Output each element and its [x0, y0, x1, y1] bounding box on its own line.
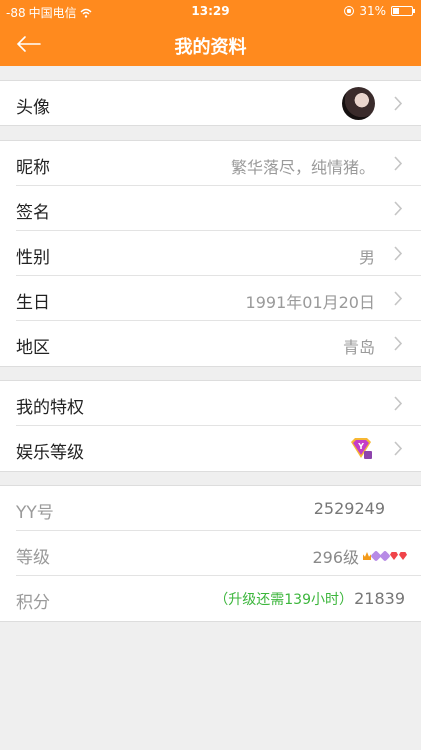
rotation-lock-icon [344, 6, 355, 16]
yy-label: YY号 [16, 503, 54, 523]
chevron-right-icon [394, 156, 403, 171]
signature-row[interactable]: 签名 [16, 186, 421, 231]
purple-diamond-icon [379, 550, 391, 562]
region-row[interactable]: 地区 青岛 [16, 321, 421, 366]
gender-label: 性别 [16, 248, 50, 268]
level-icons [363, 550, 407, 562]
status-right: 31% [344, 4, 415, 18]
birthday-label: 生日 [16, 293, 50, 313]
chevron-right-icon [394, 441, 403, 456]
upgrade-hint: （升级还需139小时） [214, 592, 353, 608]
nickname-value: 繁华落尽，纯情猪。 [230, 158, 375, 177]
chevron-right-icon [394, 246, 403, 261]
avatar-label: 头像 [16, 98, 50, 118]
yy-number-row: YY号 2529249 [16, 486, 421, 531]
red-heart-icon [390, 552, 398, 560]
gender-value: 男 [358, 248, 375, 267]
yy-badge-icon: Y [351, 438, 372, 459]
chevron-right-icon [394, 336, 403, 351]
gender-row[interactable]: 性别 男 [16, 231, 421, 276]
chevron-right-icon [394, 201, 403, 216]
red-heart-icon [399, 552, 407, 560]
my-privilege-row[interactable]: 我的特权 [16, 381, 421, 426]
points-row: 积分 （升级还需139小时） 21839 [16, 576, 421, 621]
yy-value: 2529249 [313, 499, 385, 518]
info-group: YY号 2529249 等级 296级 积分 （升级还需139小时） 21839 [0, 485, 421, 622]
region-value: 青岛 [342, 338, 375, 357]
avatar [342, 87, 375, 120]
privileges-group: 我的特权 娱乐等级 Y [0, 380, 421, 472]
chevron-right-icon [394, 396, 403, 411]
level-value-group: 296级 [312, 544, 407, 568]
birthday-row[interactable]: 生日 1991年01月20日 [16, 276, 421, 321]
level-label: 等级 [16, 548, 50, 568]
chevron-right-icon [394, 291, 403, 306]
level-value: 296级 [312, 548, 359, 567]
nickname-label: 昵称 [16, 158, 50, 178]
status-bar: -88 中国电信 13:29 31% [0, 0, 421, 22]
my-privilege-label: 我的特权 [16, 398, 84, 418]
nickname-row[interactable]: 昵称 繁华落尽，纯情猪。 [16, 141, 421, 186]
battery-icon [391, 6, 415, 16]
points-label: 积分 [16, 593, 50, 613]
profile-group: 昵称 繁华落尽，纯情猪。 签名 性别 男 生日 1991年01月20日 地区 青… [0, 140, 421, 367]
avatar-row[interactable]: 头像 [16, 81, 421, 125]
chevron-right-icon [394, 96, 403, 111]
entertainment-level-label: 娱乐等级 [16, 443, 84, 463]
points-value: 21839 [354, 589, 405, 608]
nav-bar: 我的资料 [0, 22, 421, 66]
svg-text:Y: Y [357, 442, 364, 451]
battery-percent: 31% [359, 4, 386, 18]
level-row: 等级 296级 [16, 531, 421, 576]
page-title: 我的资料 [174, 37, 247, 58]
avatar-group: 头像 [0, 80, 421, 126]
region-label: 地区 [16, 338, 50, 358]
entertainment-level-row[interactable]: 娱乐等级 Y [16, 426, 421, 471]
signature-label: 签名 [16, 203, 50, 223]
birthday-value: 1991年01月20日 [245, 293, 375, 312]
